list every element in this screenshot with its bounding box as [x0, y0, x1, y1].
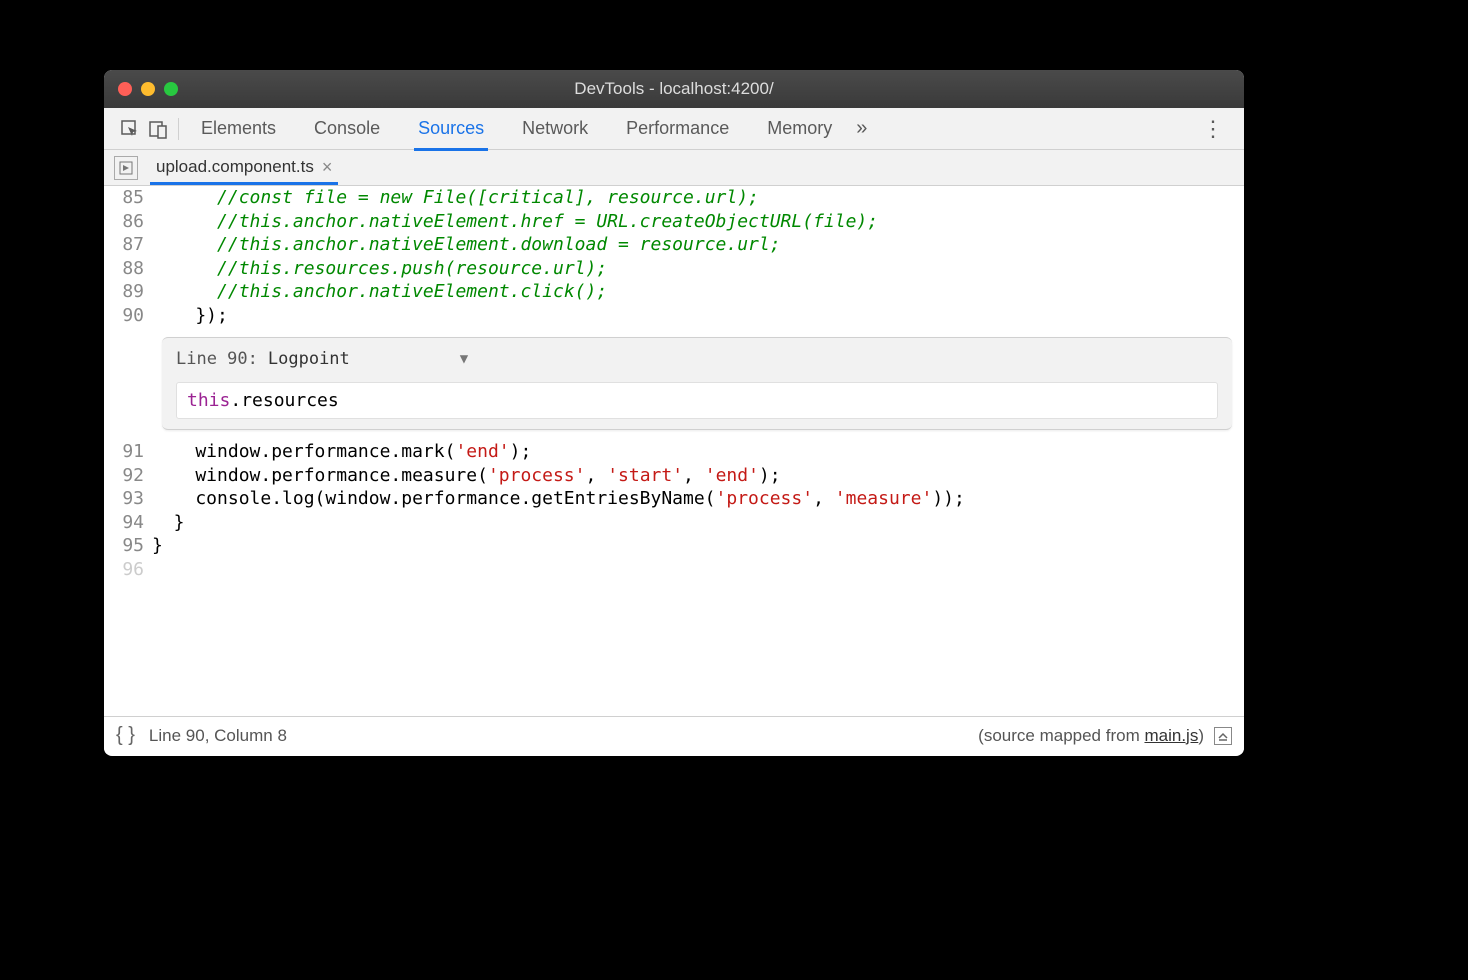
minimize-window-button[interactable] — [141, 82, 155, 96]
logpoint-panel: Line 90: Logpoint ▼ this.resources — [162, 337, 1232, 430]
tab-console[interactable]: Console — [310, 110, 384, 151]
main-toolbar: Elements Console Sources Network Perform… — [104, 108, 1244, 150]
line-number: 94 — [104, 511, 152, 535]
show-drawer-icon[interactable] — [1214, 727, 1232, 745]
logpoint-expression-input[interactable]: this.resources — [176, 382, 1218, 420]
code-line: 90 }); — [104, 304, 1244, 328]
tab-sources[interactable]: Sources — [414, 110, 488, 151]
line-number: 85 — [104, 186, 152, 210]
line-number: 88 — [104, 257, 152, 281]
line-number: 90 — [104, 304, 152, 328]
window-title: DevTools - localhost:4200/ — [104, 79, 1244, 99]
source-map-link[interactable]: main.js — [1144, 726, 1198, 745]
source-map-info: (source mapped from main.js) — [978, 726, 1232, 746]
tab-elements[interactable]: Elements — [197, 110, 280, 151]
code-line: 85 //const file = new File([critical], r… — [104, 186, 1244, 210]
code-line: 94 } — [104, 511, 1244, 535]
chevron-down-icon: ▼ — [460, 348, 468, 372]
code-line: 95} — [104, 534, 1244, 558]
code-editor[interactable]: 85 //const file = new File([critical], r… — [104, 186, 1244, 716]
file-tabbar: upload.component.ts × — [104, 150, 1244, 186]
line-number: 95 — [104, 534, 152, 558]
more-tabs-button[interactable]: » — [856, 117, 867, 140]
code-line: 86 //this.anchor.nativeElement.href = UR… — [104, 210, 1244, 234]
tab-network[interactable]: Network — [518, 110, 592, 151]
breakpoint-type-label: Logpoint — [268, 348, 350, 372]
device-toggle-icon[interactable] — [144, 115, 172, 143]
codeblock: 85 //const file = new File([critical], r… — [104, 186, 1244, 581]
tab-memory[interactable]: Memory — [763, 110, 836, 151]
navigator-toggle-icon[interactable] — [114, 156, 138, 180]
devtools-window: DevTools - localhost:4200/ Elements Cons… — [104, 70, 1244, 756]
inspect-icon[interactable] — [116, 115, 144, 143]
line-number: 91 — [104, 440, 152, 464]
statusbar: { } Line 90, Column 8 (source mapped fro… — [104, 716, 1244, 754]
line-number: 92 — [104, 464, 152, 488]
line-number: 89 — [104, 280, 152, 304]
cursor-position: Line 90, Column 8 — [149, 726, 287, 746]
close-tab-icon[interactable]: × — [322, 157, 333, 178]
toolbar-divider — [178, 118, 179, 140]
pretty-print-icon[interactable]: { } — [116, 724, 135, 747]
line-number: 96 — [104, 558, 152, 582]
logpoint-line-label: Line 90: — [176, 348, 258, 372]
code-line: 87 //this.anchor.nativeElement.download … — [104, 233, 1244, 257]
kebab-menu-icon[interactable]: ⋮ — [1194, 116, 1232, 142]
close-window-button[interactable] — [118, 82, 132, 96]
line-number: 86 — [104, 210, 152, 234]
file-tab[interactable]: upload.component.ts × — [150, 150, 338, 185]
code-line: 96 — [104, 558, 1244, 582]
code-line: 93 console.log(window.performance.getEnt… — [104, 487, 1244, 511]
titlebar: DevTools - localhost:4200/ — [104, 70, 1244, 108]
code-line: 91 window.performance.mark('end'); — [104, 440, 1244, 464]
line-number: 87 — [104, 233, 152, 257]
traffic-lights — [118, 82, 178, 96]
zoom-window-button[interactable] — [164, 82, 178, 96]
panel-tabs: Elements Console Sources Network Perform… — [197, 108, 836, 149]
code-line: 89 //this.anchor.nativeElement.click(); — [104, 280, 1244, 304]
tab-performance[interactable]: Performance — [622, 110, 733, 151]
file-tab-label: upload.component.ts — [156, 157, 314, 177]
code-line: 88 //this.resources.push(resource.url); — [104, 257, 1244, 281]
logpoint-header: Line 90: Logpoint ▼ — [176, 348, 1218, 372]
code-line: 92 window.performance.measure('process',… — [104, 464, 1244, 488]
breakpoint-type-select[interactable]: Logpoint ▼ — [268, 348, 468, 372]
line-number: 93 — [104, 487, 152, 511]
